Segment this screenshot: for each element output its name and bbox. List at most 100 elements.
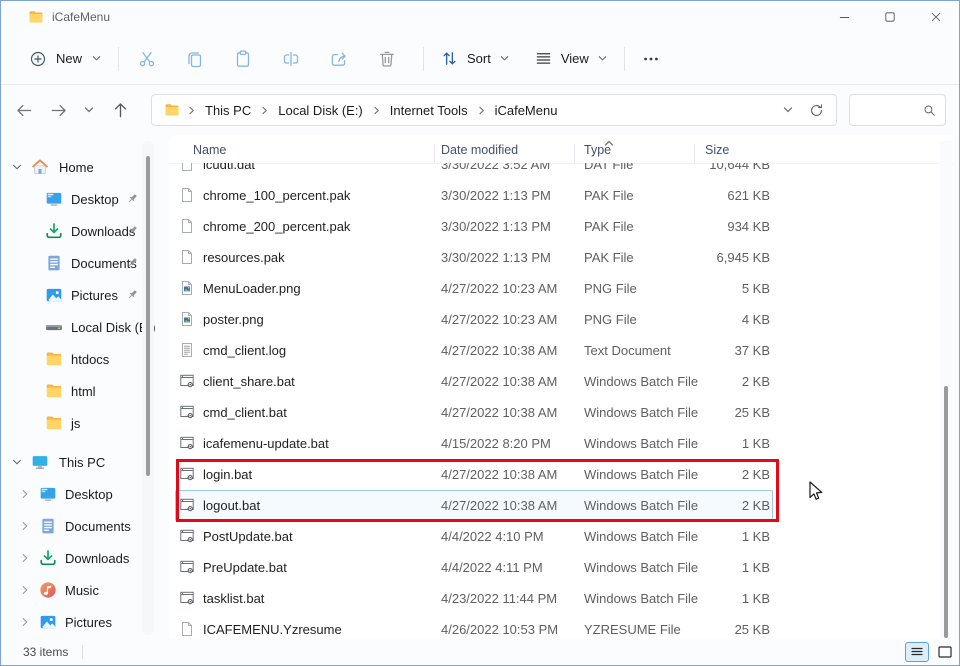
- file-row-chrome-200-percent-pak[interactable]: chrome_200_percent.pak3/30/2022 1:13 PMP…: [175, 211, 773, 242]
- sidebar-item-desktop[interactable]: Desktop: [1, 183, 161, 215]
- column-header-name[interactable]: Name: [193, 143, 226, 157]
- rename-button[interactable]: [267, 41, 315, 77]
- folder-icon: [45, 382, 63, 400]
- file-row-login-bat[interactable]: login.bat4/27/2022 10:38 AMWindows Batch…: [175, 459, 773, 490]
- sidebar-item-downloads[interactable]: Downloads: [1, 215, 161, 247]
- maximize-button[interactable]: [867, 1, 913, 33]
- sidebar-item-documents[interactable]: Documents: [1, 247, 161, 279]
- file-row-postupdate-bat[interactable]: PostUpdate.bat4/4/2022 4:10 PMWindows Ba…: [175, 521, 773, 552]
- batch-file-icon: [179, 435, 195, 451]
- breadcrumb-item[interactable]: Internet Tools: [386, 101, 472, 120]
- desktop-icon: [45, 190, 63, 208]
- sidebar-scrollbar[interactable]: [142, 141, 154, 635]
- view-button-label: View: [561, 51, 589, 66]
- up-button[interactable]: [103, 93, 137, 127]
- sidebar-item-label: Downloads: [65, 551, 129, 566]
- search-box[interactable]: [849, 94, 946, 126]
- file-size: 25 KB: [605, 397, 770, 428]
- file-row-icudtl-dat[interactable]: icudtl.dat3/30/2022 3:52 AMDAT File10,64…: [175, 163, 773, 180]
- file-row-tasklist-bat[interactable]: tasklist.bat4/23/2022 11:44 PMWindows Ba…: [175, 583, 773, 614]
- refresh-button[interactable]: [802, 97, 830, 123]
- new-button-label: New: [56, 51, 82, 66]
- recent-button[interactable]: [75, 93, 103, 127]
- chevron-right-icon: [19, 488, 31, 500]
- file-list-scrollbar[interactable]: [940, 141, 952, 639]
- sidebar-item-documents[interactable]: Documents: [1, 510, 161, 542]
- search-input[interactable]: [850, 102, 922, 118]
- command-toolbar: New Sort View: [1, 33, 959, 85]
- file-row-preupdate-bat[interactable]: PreUpdate.bat4/4/2022 4:11 PMWindows Bat…: [175, 552, 773, 583]
- documents-icon: [39, 517, 57, 535]
- copy-button[interactable]: [171, 41, 219, 77]
- file-row-logout-bat[interactable]: logout.bat4/27/2022 10:38 AMWindows Batc…: [175, 490, 773, 521]
- column-header-size[interactable]: Size: [705, 143, 729, 157]
- pin-icon: [125, 288, 139, 302]
- file-row-poster-png[interactable]: poster.png4/27/2022 10:23 AMPNG File4 KB: [175, 304, 773, 335]
- column-divider[interactable]: [434, 144, 435, 162]
- paste-button[interactable]: [219, 41, 267, 77]
- large-icons-view-button[interactable]: [933, 642, 957, 662]
- documents-icon: [45, 254, 63, 272]
- column-divider[interactable]: [574, 144, 575, 162]
- close-button[interactable]: [913, 1, 959, 33]
- sidebar-item-desktop[interactable]: Desktop: [1, 478, 161, 510]
- back-button[interactable]: [7, 93, 41, 127]
- downloads-icon: [45, 222, 63, 240]
- file-list-scrollbar-thumb[interactable]: [944, 386, 948, 638]
- sidebar-item-htdocs[interactable]: htdocs: [1, 343, 161, 375]
- sidebar-item-pictures[interactable]: Pictures: [1, 606, 161, 638]
- sidebar-item-pictures[interactable]: Pictures: [1, 279, 161, 311]
- sidebar-item-js[interactable]: js: [1, 407, 161, 439]
- file-row-icafemenu-yzresume[interactable]: ICAFEMENU.Yzresume4/26/2022 10:53 PMYZRE…: [175, 614, 773, 641]
- file-row-cmd-client-log[interactable]: cmd_client.log4/27/2022 10:38 AMText Doc…: [175, 335, 773, 366]
- toolbar-separator: [423, 47, 424, 71]
- file-date-modified: 4/4/2022 4:10 PM: [441, 521, 544, 552]
- chevron-right-icon: [19, 584, 31, 596]
- minimize-button[interactable]: [821, 1, 867, 33]
- file-name: chrome_200_percent.pak: [203, 211, 350, 242]
- file-row-client-share-bat[interactable]: client_share.bat4/27/2022 10:38 AMWindow…: [175, 366, 773, 397]
- column-divider[interactable]: [694, 144, 695, 162]
- sidebar-section-this-pc[interactable]: This PC: [1, 446, 161, 478]
- sidebar-item-music[interactable]: Music: [1, 574, 161, 606]
- file-file-icon: [179, 621, 195, 637]
- file-name: MenuLoader.png: [203, 273, 301, 304]
- window-controls: [821, 1, 959, 33]
- file-row-chrome-100-percent-pak[interactable]: chrome_100_percent.pak3/30/2022 1:13 PMP…: [175, 180, 773, 211]
- file-row-resources-pak[interactable]: resources.pak3/30/2022 1:13 PMPAK File6,…: [175, 242, 773, 273]
- pictures-icon: [39, 613, 57, 631]
- sidebar-item-html[interactable]: html: [1, 375, 161, 407]
- sidebar-scrollbar-thumb[interactable]: [146, 156, 150, 476]
- forward-button[interactable]: [41, 93, 75, 127]
- breadcrumb-item[interactable]: Local Disk (E:): [274, 101, 367, 120]
- file-row-cmd-client-bat[interactable]: cmd_client.bat4/27/2022 10:38 AMWindows …: [175, 397, 773, 428]
- see-more-button[interactable]: [631, 41, 671, 77]
- toolbar-separator: [624, 47, 625, 71]
- file-row-menuloader-png[interactable]: MenuLoader.png4/27/2022 10:23 AMPNG File…: [175, 273, 773, 304]
- sidebar-item-downloads[interactable]: Downloads: [1, 542, 161, 574]
- address-dropdown-button[interactable]: [774, 97, 802, 123]
- delete-button[interactable]: [363, 41, 411, 77]
- folder-icon: [45, 350, 63, 368]
- column-header-date-modified[interactable]: Date modified: [441, 143, 518, 157]
- file-row-icafemenu-update-bat[interactable]: icafemenu-update.bat4/15/2022 8:20 PMWin…: [175, 428, 773, 459]
- sidebar-item-local-disk-e-[interactable]: Local Disk (E:): [1, 311, 161, 343]
- breadcrumb-separator-icon: [182, 105, 201, 116]
- minimize-icon: [839, 12, 850, 23]
- file-date-modified: 4/4/2022 4:11 PM: [441, 552, 543, 583]
- sidebar-section-home[interactable]: Home: [1, 151, 161, 183]
- sort-button[interactable]: Sort: [428, 41, 522, 77]
- file-size: 621 KB: [605, 180, 770, 211]
- share-button[interactable]: [315, 41, 363, 77]
- file-file-icon: [179, 163, 195, 172]
- breadcrumb-item[interactable]: iCafeMenu: [491, 101, 562, 120]
- breadcrumb-item[interactable]: This PC: [201, 101, 255, 120]
- view-button[interactable]: View: [522, 41, 620, 77]
- pin-icon: [125, 224, 139, 238]
- details-view-button[interactable]: [905, 642, 929, 662]
- sidebar-item-label: htdocs: [71, 352, 109, 367]
- cut-button[interactable]: [123, 41, 171, 77]
- address-bar[interactable]: This PC Local Disk (E:) Internet Tools iCaf…: [151, 94, 837, 126]
- new-button[interactable]: New: [17, 41, 114, 77]
- file-date-modified: 4/27/2022 10:38 AM: [441, 459, 557, 490]
